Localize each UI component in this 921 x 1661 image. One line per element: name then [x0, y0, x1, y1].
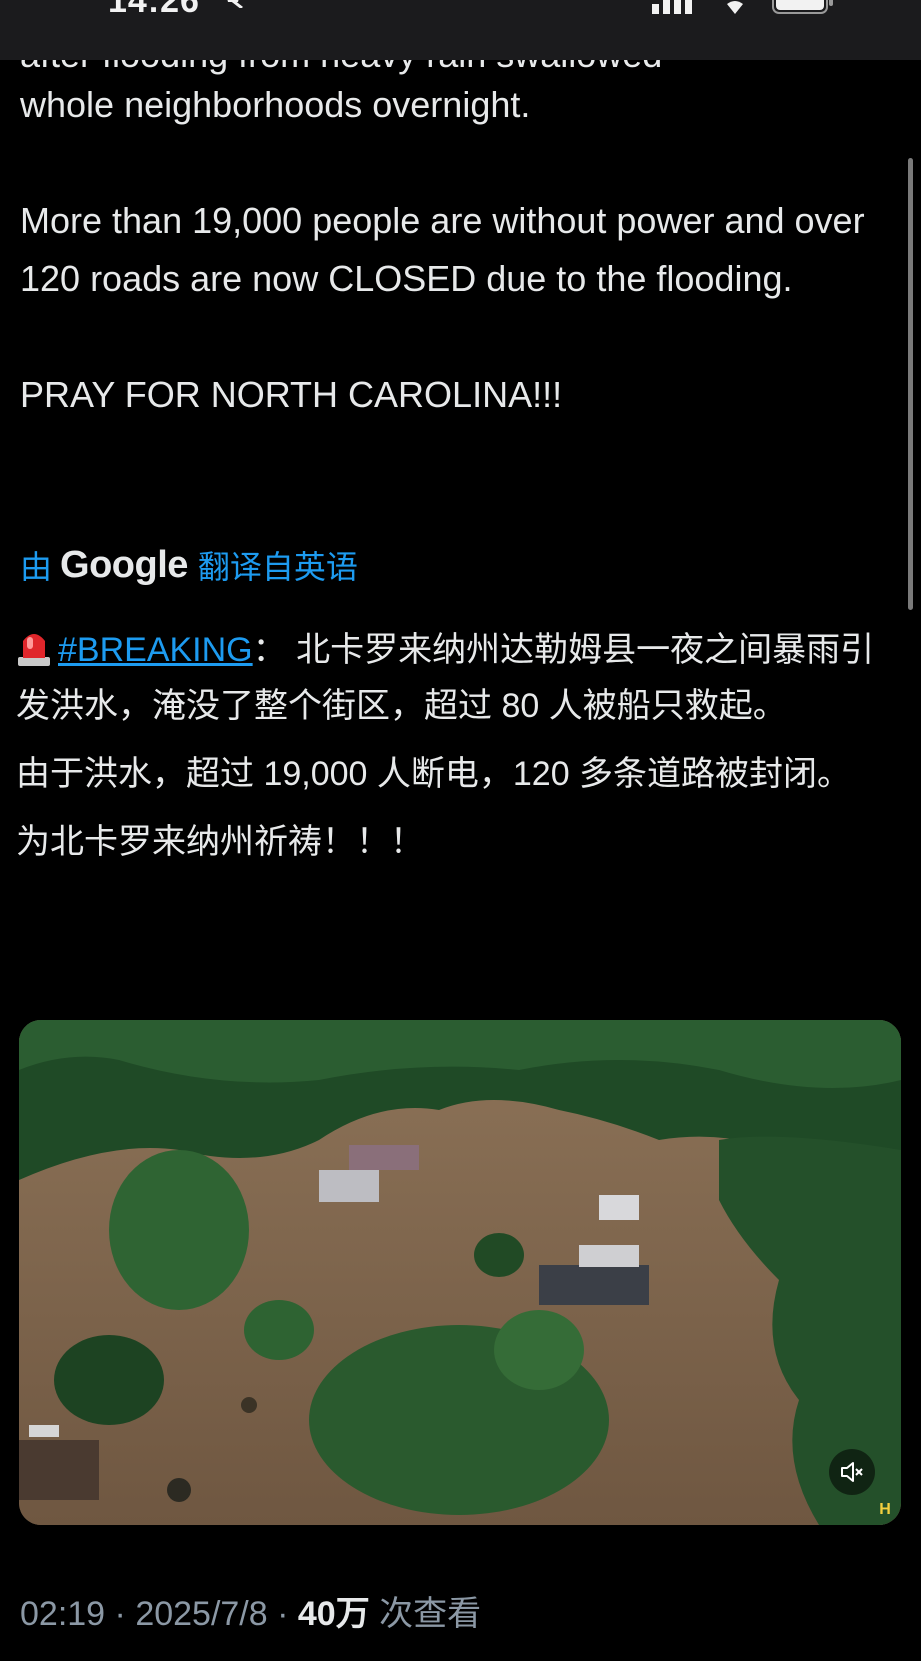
tweet-text-translated: #BREAKING： 北卡罗来纳州达勒姆县一夜之间暴雨引发洪水，淹没了整个街区，… [16, 622, 896, 882]
tweet-video[interactable]: H [19, 1020, 901, 1525]
bell-off-icon [227, 0, 243, 8]
tweet-text-english: whole neighborhoods overnight. More than… [20, 76, 900, 424]
view-count-label: 次查看 [369, 1595, 482, 1633]
signal-icon [652, 0, 692, 14]
tweet-text-line: whole neighborhoods overnight. [20, 84, 531, 125]
scrollbar[interactable] [908, 158, 913, 610]
translation-attribution[interactable]: 由 Google 翻译自英语 [20, 542, 358, 588]
hd-badge: H [879, 1501, 891, 1518]
tweet-text-paragraph: PRAY FOR NORTH CAROLINA!!! [20, 374, 563, 415]
translation-suffix: 翻译自英语 [197, 549, 358, 585]
view-count[interactable]: 40万 [298, 1595, 370, 1633]
translation-prefix: 由 [20, 549, 53, 585]
meta-separator: · [105, 1595, 136, 1633]
tweet-detail-screen: 14:26 after flooding from heavy rain swa… [0, 0, 921, 1661]
tweet-text-paragraph: More than 19,000 people are without powe… [20, 200, 865, 299]
wifi-icon [727, 1, 743, 14]
hashtag-breaking-link[interactable]: #BREAKING [58, 631, 253, 669]
mute-toggle-button[interactable] [829, 1449, 875, 1495]
translated-paragraph: #BREAKING： 北卡罗来纳州达勒姆县一夜之间暴雨引发洪水，淹没了整个街区，… [16, 622, 896, 734]
rotating-light-icon [18, 634, 50, 666]
tweet-meta: 02:19 · 2025/7/8 · 40万 次查看 [20, 1586, 481, 1635]
flood-aerial-video-frame [19, 1020, 901, 1525]
speaker-muted-icon [841, 1462, 863, 1482]
battery-icon [772, 0, 833, 14]
tweet-date: 2025/7/8 [135, 1595, 268, 1633]
status-bar: 14:26 [0, 0, 921, 60]
meta-separator: · [267, 1595, 298, 1633]
translated-paragraph: 由于洪水，超过 19,000 人断电，120 多条道路被封闭。 [16, 755, 852, 793]
google-logo: Google [60, 543, 188, 586]
tweet-time: 02:19 [20, 1595, 106, 1633]
status-time: 14:26 [108, 0, 200, 20]
translated-paragraph: 为北卡罗来纳州祈祷！！！ [16, 823, 424, 861]
